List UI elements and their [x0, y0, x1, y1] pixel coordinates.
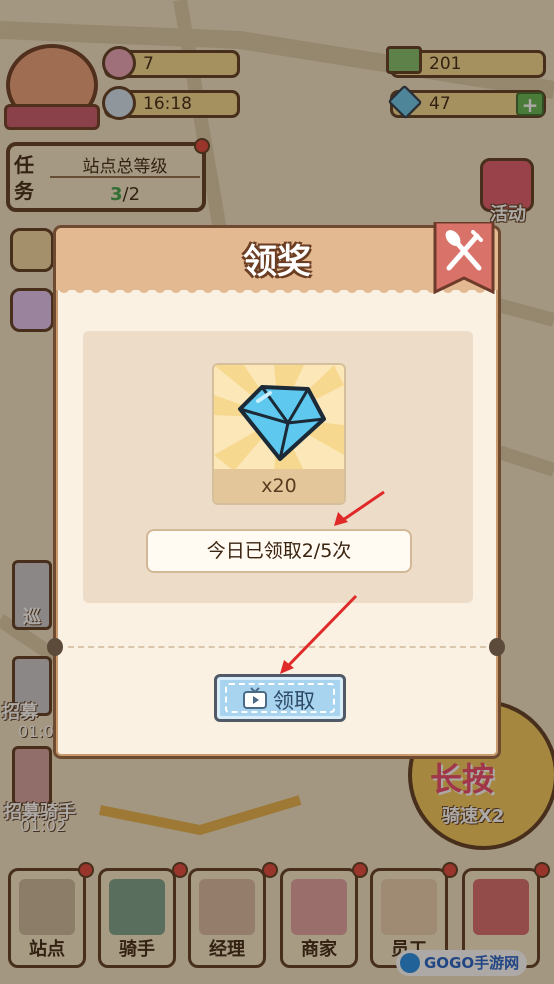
diamond-icon — [238, 385, 326, 461]
dialog-divider — [68, 646, 486, 648]
video-tv-icon — [243, 687, 267, 709]
header-scallop — [56, 286, 498, 293]
reward-card: x20 — [212, 363, 346, 505]
reward-quantity: x20 — [214, 469, 344, 503]
fork-knife-icon — [433, 222, 495, 294]
dialog-title: 领奖 — [243, 242, 311, 282]
reward-dialog: 领奖 x20 今日已领取2/5次 领取 — [47, 222, 505, 759]
claim-button[interactable]: 领取 — [214, 674, 346, 722]
claim-button-label: 领取 — [273, 689, 315, 713]
claim-count-text: 今日已领取2/5次 — [146, 529, 412, 573]
divider-notch-left — [47, 638, 63, 656]
divider-notch-right — [489, 638, 505, 656]
